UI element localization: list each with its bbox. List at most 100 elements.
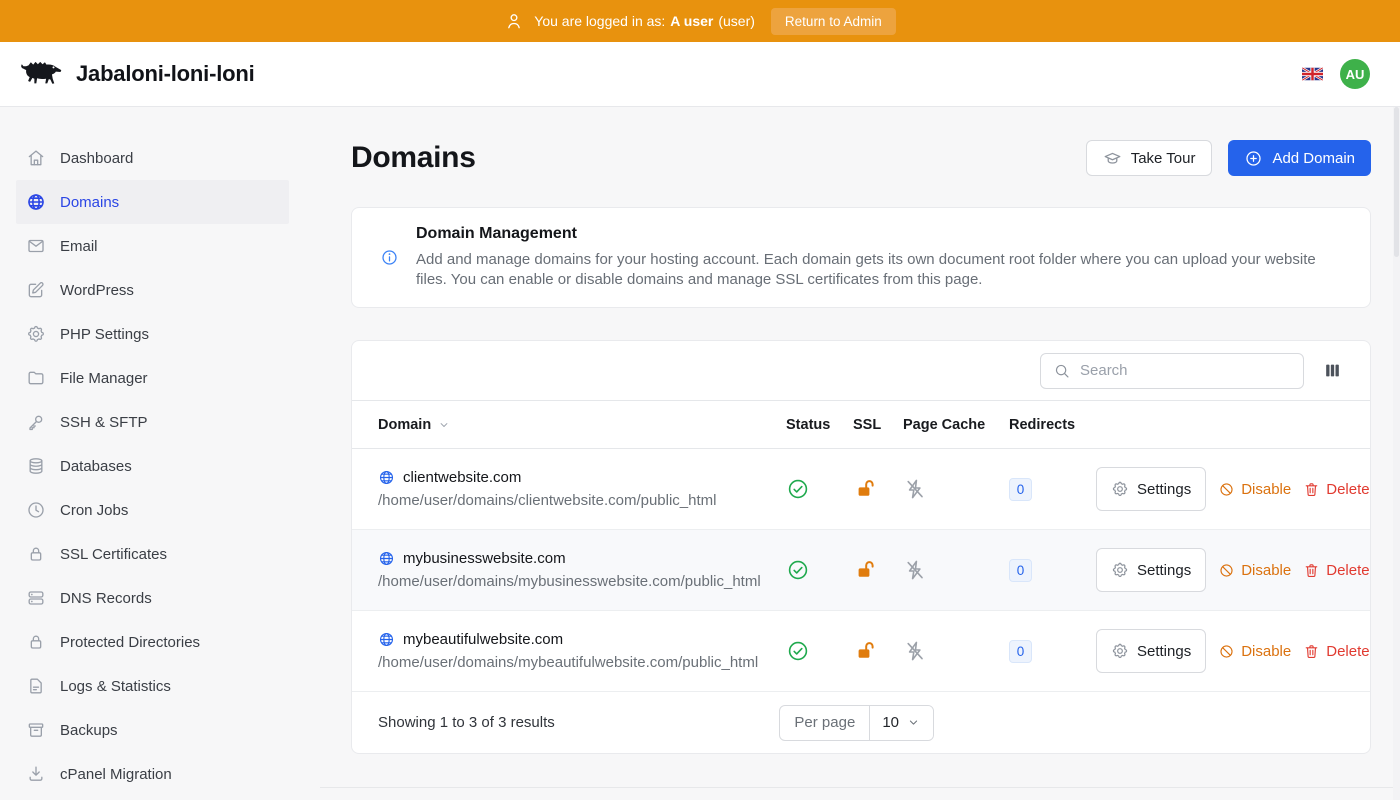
search-input[interactable] — [1080, 362, 1291, 379]
message-prefix: You are logged in as: — [534, 13, 665, 29]
redirects-count-badge: 0 — [1009, 640, 1032, 663]
settings-button[interactable]: Settings — [1096, 629, 1206, 673]
page-scrollbar[interactable] — [1393, 107, 1400, 800]
settings-label: Settings — [1137, 481, 1191, 498]
sidebar-item-file-manager[interactable]: File Manager — [16, 356, 289, 400]
graduation-cap-icon — [1103, 149, 1122, 168]
disable-button[interactable]: Disable — [1218, 481, 1291, 498]
impersonated-user-role: (user) — [718, 13, 755, 29]
sidebar-item-label: Logs & Statistics — [60, 678, 171, 695]
sidebar: Dashboard Domains Email WordPress PHP Se… — [0, 107, 320, 800]
domain-name: mybeautifulwebsite.com — [403, 631, 563, 648]
columns-icon — [1323, 361, 1342, 380]
columns-toggle-button[interactable] — [1321, 359, 1344, 382]
plus-circle-icon — [1244, 149, 1263, 168]
ssl-unlocked-icon[interactable] — [853, 477, 877, 501]
take-tour-label: Take Tour — [1131, 150, 1196, 167]
page-cache-column-header: Page Cache — [903, 417, 1009, 433]
page-cache-off-icon[interactable] — [903, 639, 927, 663]
folder-icon — [26, 368, 46, 388]
sidebar-item-dns-records[interactable]: DNS Records — [16, 576, 289, 620]
sidebar-item-databases[interactable]: Databases — [16, 444, 289, 488]
document-icon — [26, 676, 46, 696]
settings-label: Settings — [1137, 643, 1191, 660]
results-summary: Showing 1 to 3 of 3 results — [378, 714, 555, 731]
sidebar-item-domains[interactable]: Domains — [16, 180, 289, 224]
sidebar-item-logs-statistics[interactable]: Logs & Statistics — [16, 664, 289, 708]
disable-button[interactable]: Disable — [1218, 643, 1291, 660]
sidebar-item-label: Protected Directories — [60, 634, 200, 651]
clock-icon — [26, 500, 46, 520]
sidebar-item-label: SSH & SFTP — [60, 414, 148, 431]
page-cache-off-icon[interactable] — [903, 558, 927, 582]
table-row: clientwebsite.com /home/user/domains/cli… — [352, 449, 1370, 530]
sidebar-item-backups[interactable]: Backups — [16, 708, 289, 752]
globe-icon — [26, 192, 46, 212]
user-avatar[interactable]: AU — [1340, 59, 1370, 89]
settings-button[interactable]: Settings — [1096, 548, 1206, 592]
download-tray-icon — [26, 764, 46, 784]
lock-icon — [26, 632, 46, 652]
sidebar-item-php-settings[interactable]: PHP Settings — [16, 312, 289, 356]
domain-path: /home/user/domains/mybeautifulwebsite.co… — [378, 654, 786, 671]
info-box-title: Domain Management — [416, 225, 1321, 243]
sidebar-item-ssl-certificates[interactable]: SSL Certificates — [16, 532, 289, 576]
database-icon — [26, 456, 46, 476]
lock-icon — [26, 544, 46, 564]
key-icon — [26, 412, 46, 432]
settings-button[interactable]: Settings — [1096, 467, 1206, 511]
no-symbol-icon — [1218, 643, 1235, 660]
gear-icon — [1111, 561, 1129, 579]
sidebar-item-label: Dashboard — [60, 150, 133, 167]
status-enabled-icon — [786, 639, 810, 663]
sidebar-item-ssh-sftp[interactable]: SSH & SFTP — [16, 400, 289, 444]
scrollbar-thumb[interactable] — [1394, 107, 1399, 257]
sidebar-item-label: PHP Settings — [60, 326, 149, 343]
delete-button[interactable]: Delete — [1303, 562, 1369, 579]
sidebar-item-label: DNS Records — [60, 590, 152, 607]
impersonated-user-name: A user — [670, 13, 713, 29]
search-box — [1040, 353, 1304, 389]
status-enabled-icon — [786, 558, 810, 582]
server-icon — [26, 588, 46, 608]
table-row: mybusinesswebsite.com /home/user/domains… — [352, 530, 1370, 611]
ssl-unlocked-icon[interactable] — [853, 639, 877, 663]
disable-button[interactable]: Disable — [1218, 562, 1291, 579]
no-symbol-icon — [1218, 562, 1235, 579]
sidebar-item-protected-directories[interactable]: Protected Directories — [16, 620, 289, 664]
page-cache-off-icon[interactable] — [903, 477, 927, 501]
add-domain-button[interactable]: Add Domain — [1228, 140, 1371, 176]
sidebar-item-cpanel-migration[interactable]: cPanel Migration — [16, 752, 289, 796]
delete-button[interactable]: Delete — [1303, 481, 1369, 498]
delete-label: Delete — [1326, 643, 1369, 660]
trash-icon — [1303, 562, 1320, 579]
brand-name: Jabaloni-loni-loni — [76, 61, 255, 87]
sidebar-item-wordpress[interactable]: WordPress — [16, 268, 289, 312]
redirects-count-badge: 0 — [1009, 559, 1032, 582]
per-page-label: Per page — [780, 706, 869, 740]
return-to-admin-button[interactable]: Return to Admin — [771, 8, 896, 35]
uk-flag-icon[interactable] — [1302, 67, 1323, 81]
delete-label: Delete — [1326, 562, 1369, 579]
sidebar-item-dashboard[interactable]: Dashboard — [16, 136, 289, 180]
per-page-select[interactable]: 10 — [869, 706, 933, 740]
table-row: mybeautifulwebsite.com /home/user/domain… — [352, 611, 1370, 692]
trash-icon — [1303, 481, 1320, 498]
delete-button[interactable]: Delete — [1303, 643, 1369, 660]
ssl-unlocked-icon[interactable] — [853, 558, 877, 582]
sidebar-item-email[interactable]: Email — [16, 224, 289, 268]
domain-column-header[interactable]: Domain — [378, 417, 786, 433]
disable-label: Disable — [1241, 643, 1291, 660]
redirects-column-header: Redirects — [1009, 417, 1096, 433]
gear-icon — [26, 324, 46, 344]
info-box-body: Add and manage domains for your hosting … — [416, 250, 1321, 290]
per-page-value: 10 — [882, 714, 899, 731]
sidebar-item-cron-jobs[interactable]: Cron Jobs — [16, 488, 289, 532]
boar-logo-icon — [16, 56, 66, 92]
sidebar-item-label: Databases — [60, 458, 132, 475]
sidebar-item-label: Cron Jobs — [60, 502, 128, 519]
domain-path: /home/user/domains/mybusinesswebsite.com… — [378, 573, 786, 590]
search-icon — [1053, 362, 1071, 380]
take-tour-button[interactable]: Take Tour — [1086, 140, 1213, 176]
domain-management-info-box: Domain Management Add and manage domains… — [351, 207, 1371, 308]
